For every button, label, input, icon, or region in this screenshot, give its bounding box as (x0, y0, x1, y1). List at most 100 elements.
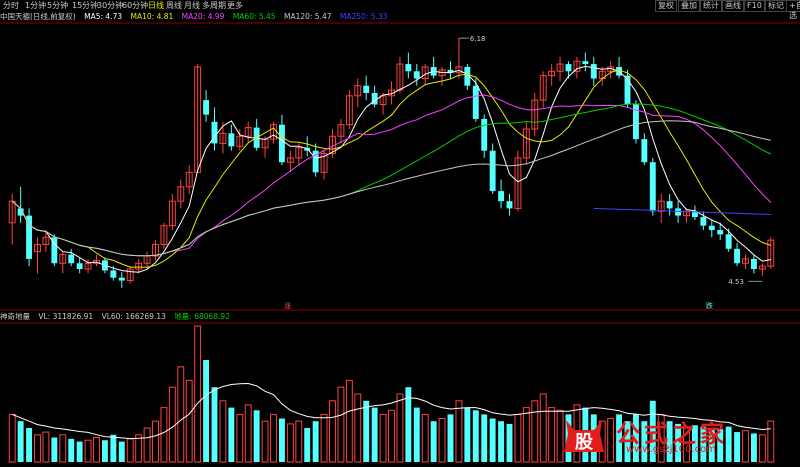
candle-body (750, 258, 757, 270)
ma250-line (593, 207, 771, 215)
volume-bar (270, 413, 277, 463)
candle-body (666, 201, 673, 209)
candle-body (363, 85, 370, 93)
high-label: 6.18 (470, 35, 486, 43)
volume-bar (481, 414, 488, 462)
volume-bar (185, 379, 193, 463)
candle-body (481, 118, 488, 151)
volume-bar (42, 431, 50, 463)
candle-body (498, 191, 505, 202)
volume-bar (126, 438, 134, 463)
candle-body (506, 201, 513, 209)
volume-bar (84, 439, 92, 463)
volume-bar (396, 393, 404, 463)
volume-bar (286, 423, 294, 463)
volume-bar (168, 386, 176, 463)
ma120-line (11, 120, 771, 257)
candle-body (641, 139, 648, 163)
candle-body (649, 162, 656, 212)
volume-bar (548, 407, 556, 463)
volume-bar (354, 393, 362, 463)
candle-body (734, 248, 741, 264)
volume-bar (312, 421, 319, 462)
volume-bar (413, 407, 420, 462)
low-label: 4.53 (728, 278, 744, 286)
volume-bar (531, 400, 539, 463)
volume-bar (514, 413, 522, 463)
candle-body (582, 61, 589, 65)
candle-body (708, 225, 715, 231)
candle-body (700, 217, 707, 226)
volume-bar (152, 420, 159, 463)
volume-bar (447, 414, 454, 462)
kline-chart[interactable]: 6.18 4.53 涨 跌 (0, 0, 800, 467)
candle-body (118, 277, 125, 281)
volume-bar (203, 360, 210, 462)
volume-bar (236, 413, 244, 463)
candle-body (68, 254, 75, 264)
watermark-logo: 股 公式之家 www.gszj100.com (556, 410, 800, 467)
volume-bar (160, 407, 168, 463)
volume-bar (329, 400, 336, 463)
volume-bar (51, 437, 58, 462)
candle-body (590, 64, 597, 79)
volume-bar (26, 428, 33, 462)
volume-bar (278, 418, 285, 462)
ma60-line (11, 103, 772, 257)
candle-body (717, 230, 724, 235)
volume-bar (219, 400, 227, 463)
volume-bar (261, 420, 269, 463)
volume-bar (177, 366, 185, 463)
volume-bar (59, 434, 67, 463)
candle-body (472, 85, 479, 119)
volume-bar (143, 427, 151, 463)
candle-body (489, 150, 496, 192)
volume-bar (539, 393, 547, 463)
volume-bar (438, 417, 446, 463)
volume-bar (253, 410, 260, 462)
volume-bar (388, 409, 395, 463)
volume-bar (455, 400, 463, 463)
logo-url: www.gszj100.com (626, 444, 717, 455)
svg-text:股: 股 (574, 432, 594, 453)
volume-bar (498, 421, 505, 462)
mark-down: 跌 (706, 301, 713, 310)
volume-bar (472, 410, 479, 462)
volume-bar (320, 413, 328, 463)
mark-up: 涨 (284, 301, 291, 310)
volume-bar (228, 407, 235, 462)
volume-bar (8, 413, 16, 463)
volume-bar (464, 407, 471, 462)
volume-bar (76, 441, 83, 462)
volume-bar (194, 325, 202, 463)
volume-bar (34, 434, 41, 463)
volume-bar (68, 438, 75, 462)
candle-body (203, 100, 210, 115)
volume-bar (337, 386, 345, 463)
candle-body (76, 263, 83, 270)
volume-bar (17, 421, 24, 462)
volume-bar (371, 407, 378, 462)
volume-bar (379, 413, 387, 463)
volume-bar (135, 434, 143, 463)
candle-body (413, 71, 420, 79)
volume-bar (489, 418, 496, 462)
volume-bar (101, 440, 108, 462)
candle-body (405, 64, 412, 72)
bull-logo-icon: 股 (564, 420, 604, 453)
volume-bar (93, 437, 100, 463)
volume-bar (506, 423, 513, 462)
volume-bar (244, 404, 252, 463)
candle-body (725, 234, 732, 249)
volume-bar (110, 434, 117, 462)
volume-bar (430, 421, 437, 462)
candle-body (110, 270, 117, 278)
volume-bar (304, 428, 311, 462)
candle-body (675, 208, 682, 216)
volume-bar (363, 400, 370, 462)
volume-bar (345, 379, 353, 463)
volume-bar (522, 407, 530, 463)
volume-bar (295, 420, 303, 463)
candle-body (228, 133, 235, 147)
candle-body (278, 124, 285, 163)
